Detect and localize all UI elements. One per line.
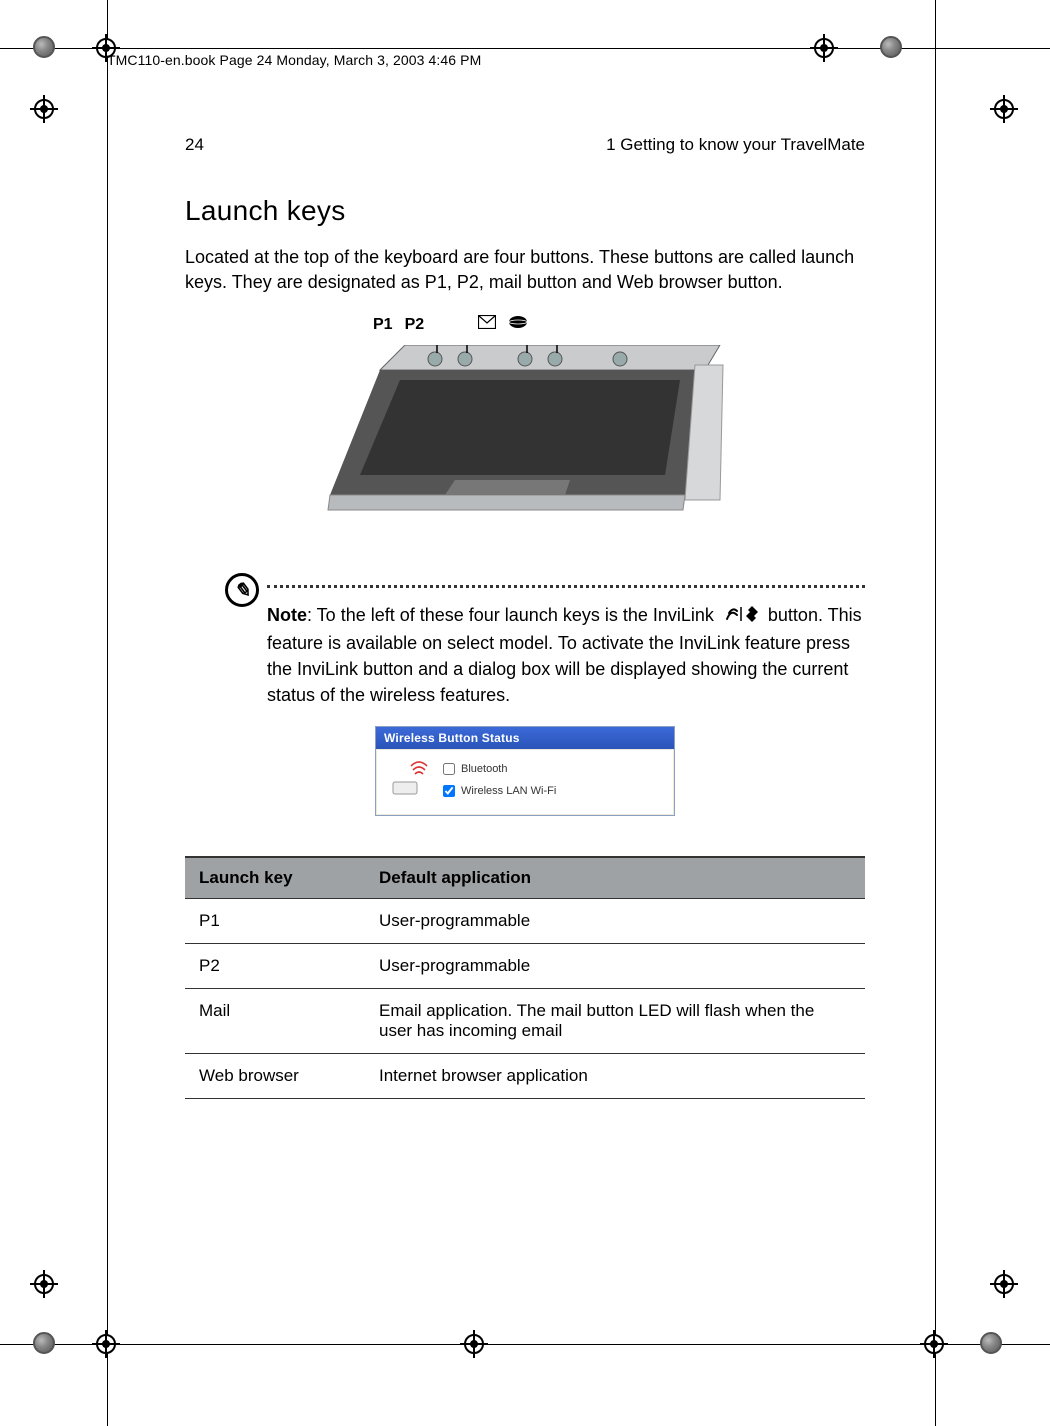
reg-target-mr2 [990, 1270, 1018, 1298]
wifi-checkbox[interactable] [443, 785, 455, 797]
invilink-icon [723, 604, 759, 630]
dialog-options: Bluetooth Wireless LAN Wi-Fi [443, 763, 556, 797]
cell-key: P1 [185, 898, 365, 943]
th-default-app: Default application [365, 857, 865, 899]
wifi-option: Wireless LAN Wi-Fi [443, 785, 556, 797]
launch-key-table: Launch key Default application P1 User-p… [185, 856, 865, 1099]
table-row: P2 User-programmable [185, 943, 865, 988]
bluetooth-label: Bluetooth [461, 763, 507, 775]
reg-target-br [920, 1330, 948, 1358]
web-icon [508, 315, 528, 334]
reg-target-tr [810, 34, 838, 62]
note-divider [267, 585, 865, 588]
reg-target-ml2 [30, 1270, 58, 1298]
page-number: 24 [185, 135, 204, 155]
mail-icon [478, 315, 496, 334]
table-row: Mail Email application. The mail button … [185, 988, 865, 1053]
th-launch-key: Launch key [185, 857, 365, 899]
cell-key: P2 [185, 943, 365, 988]
reg-target-bl [92, 1330, 120, 1358]
laptop-illustration [325, 345, 725, 555]
cell-app: User-programmable [365, 898, 865, 943]
reg-disc-tr [880, 36, 902, 58]
reg-disc-bl [33, 1332, 55, 1354]
chapter-title: 1 Getting to know your TravelMate [606, 135, 865, 155]
reg-disc-br [980, 1332, 1002, 1354]
table-header-row: Launch key Default application [185, 857, 865, 899]
page-content: 24 1 Getting to know your TravelMate Lau… [185, 135, 865, 1099]
note-block: ✎ Note: To the left of these four launch… [185, 585, 865, 708]
note-icon: ✎ [225, 573, 259, 607]
reg-target-bc [460, 1330, 488, 1358]
cell-app: Email application. The mail button LED w… [365, 988, 865, 1053]
dialog-title: Wireless Button Status [376, 727, 674, 749]
source-meta-line: TMC110-en.book Page 24 Monday, March 3, … [107, 52, 481, 68]
wireless-dialog-icon [389, 760, 429, 800]
dialog-body: Bluetooth Wireless LAN Wi-Fi [377, 750, 673, 814]
cell-app: User-programmable [365, 943, 865, 988]
reg-target-mr1 [990, 95, 1018, 123]
section-heading: Launch keys [185, 195, 865, 227]
note-text: Note: To the left of these four launch k… [267, 602, 865, 708]
crop-line-right [935, 0, 936, 1426]
cell-key: Mail [185, 988, 365, 1053]
laptop-key-labels: P1 P2 [373, 315, 528, 334]
note-prefix: Note [267, 605, 307, 625]
cell-app: Internet browser application [365, 1053, 865, 1098]
laptop-figure: P1 P2 [325, 315, 725, 555]
label-p1: P1 [373, 316, 393, 334]
page-scan: TMC110-en.book Page 24 Monday, March 3, … [0, 0, 1050, 1426]
running-header: 24 1 Getting to know your TravelMate [185, 135, 865, 155]
note-part1: : To the left of these four launch keys … [307, 605, 719, 625]
table-row: P1 User-programmable [185, 898, 865, 943]
wifi-label: Wireless LAN Wi-Fi [461, 785, 556, 797]
crop-line-bottom [0, 1344, 1050, 1345]
intro-paragraph: Located at the top of the keyboard are f… [185, 245, 865, 295]
crop-line-left [107, 0, 108, 1426]
reg-disc-tl [33, 36, 55, 58]
bluetooth-checkbox[interactable] [443, 763, 455, 775]
cell-key: Web browser [185, 1053, 365, 1098]
table-row: Web browser Internet browser application [185, 1053, 865, 1098]
bluetooth-option: Bluetooth [443, 763, 556, 775]
reg-target-ml1 [30, 95, 58, 123]
wireless-status-dialog: Wireless Button Status Bluetooth Wireles… [375, 726, 675, 816]
label-p2: P2 [405, 316, 425, 334]
